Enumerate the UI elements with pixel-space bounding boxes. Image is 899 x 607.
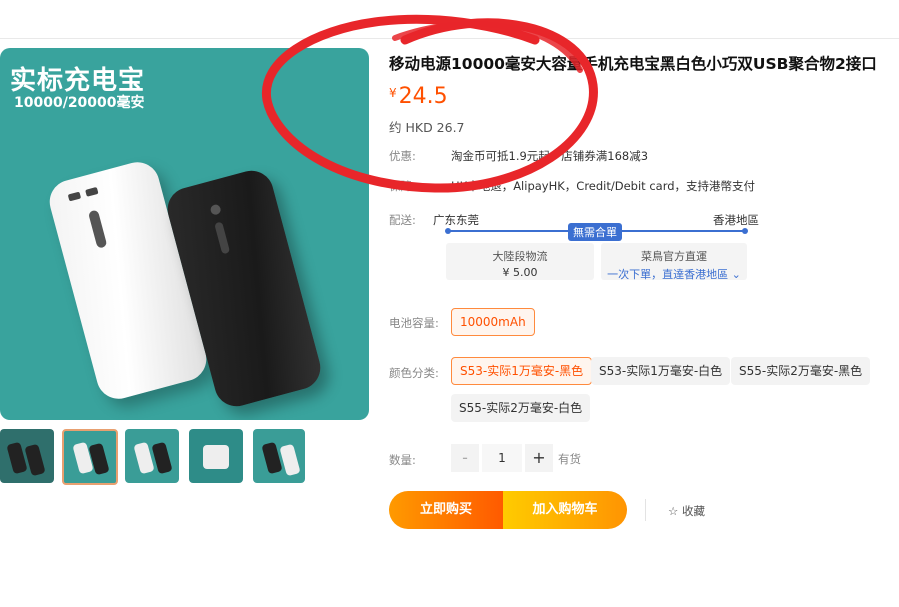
cainiao-leg-desc[interactable]: 一次下單，直達香港地區 ⌄ [601, 266, 747, 282]
star-icon: ☆ [668, 504, 679, 518]
thumbnail-3[interactable] [125, 429, 179, 483]
delivery-destination: 香港地區 [713, 213, 759, 227]
action-divider [645, 499, 646, 521]
capacity-option-10000mah[interactable]: 10000mAh [451, 308, 535, 336]
thumbnail-4[interactable] [189, 429, 243, 483]
no-merge-badge: 無需合單 [568, 223, 622, 241]
thumbnail-2-selected[interactable] [62, 429, 118, 485]
delivery-label: 配送: [389, 213, 416, 227]
color-option-s53-black[interactable]: S53-实际1万毫安-黑色 [451, 357, 593, 385]
quantity-increment-button[interactable]: + [525, 444, 553, 472]
mainland-leg-fee: ¥ 5.00 [502, 266, 538, 279]
image-subheadline: 10000/20000毫安 [14, 95, 145, 111]
color-option-s55-white[interactable]: S55-实际2万毫安-白色 [451, 394, 591, 422]
route-start-dot [445, 228, 451, 234]
thumbnail-5[interactable] [253, 429, 305, 483]
favorite-button[interactable]: ☆ 收藏 [668, 503, 705, 519]
cainiao-leg-title: 菜鳥官方直運 [641, 250, 707, 263]
route-end-dot [742, 228, 748, 234]
red-circle-annotation [261, 14, 598, 193]
quantity-input[interactable]: 1 [482, 444, 522, 472]
mainland-leg-title: 大陸段物流 [492, 250, 548, 263]
chevron-down-icon: ⌄ [731, 268, 741, 281]
stock-status: 有货 [558, 452, 581, 466]
buy-now-button[interactable]: 立即购买 [389, 491, 503, 529]
color-option-s53-white[interactable]: S53-实际1万毫安-白色 [591, 357, 731, 385]
cainiao-leg-box[interactable]: 菜鳥官方直運 一次下單，直達香港地區 ⌄ [601, 243, 747, 282]
quantity-decrement-button[interactable]: - [451, 444, 479, 472]
capacity-label: 电池容量: [389, 316, 439, 330]
delivery-origin: 广东东莞 [433, 213, 479, 227]
mainland-leg-box: 大陸段物流 ¥ 5.00 [446, 243, 594, 280]
quantity-label: 数量: [389, 453, 416, 467]
color-label: 颜色分类: [389, 366, 439, 380]
thumbnail-strip [0, 429, 310, 487]
favorite-label: 收藏 [681, 504, 705, 518]
add-to-cart-button[interactable]: 加入购物车 [503, 491, 627, 529]
thumbnail-1[interactable] [0, 429, 54, 483]
color-option-s55-black[interactable]: S55-实际2万毫安-黑色 [731, 357, 871, 385]
